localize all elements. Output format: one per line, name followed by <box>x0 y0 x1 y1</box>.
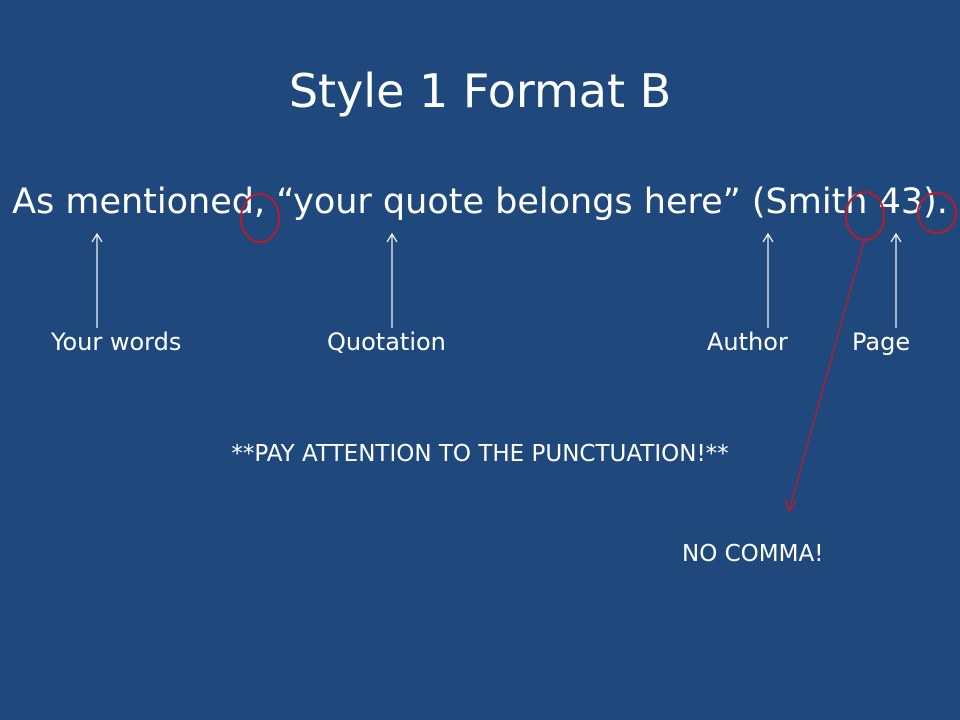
arrow-head-page <box>890 232 902 243</box>
example-sentence: As mentioned, “your quote belongs here” … <box>12 182 948 222</box>
slide: Style 1 Format B As mentioned, “your quo… <box>0 0 960 720</box>
arrow-head-quotation <box>386 232 398 243</box>
label-your-words: Your words <box>51 328 182 356</box>
red-arrow-no-comma <box>788 240 865 512</box>
label-quotation: Quotation <box>327 328 446 356</box>
slide-title: Style 1 Format B <box>288 64 672 118</box>
no-comma-note: NO COMMA! <box>682 541 824 567</box>
label-author: Author <box>707 328 788 356</box>
arrow-head-your-words <box>91 232 103 243</box>
punctuation-note: **PAY ATTENTION TO THE PUNCTUATION!** <box>231 441 729 467</box>
label-page: Page <box>852 328 911 356</box>
arrow-head-author <box>762 232 774 243</box>
red-arrow-head-no-comma <box>784 498 797 513</box>
